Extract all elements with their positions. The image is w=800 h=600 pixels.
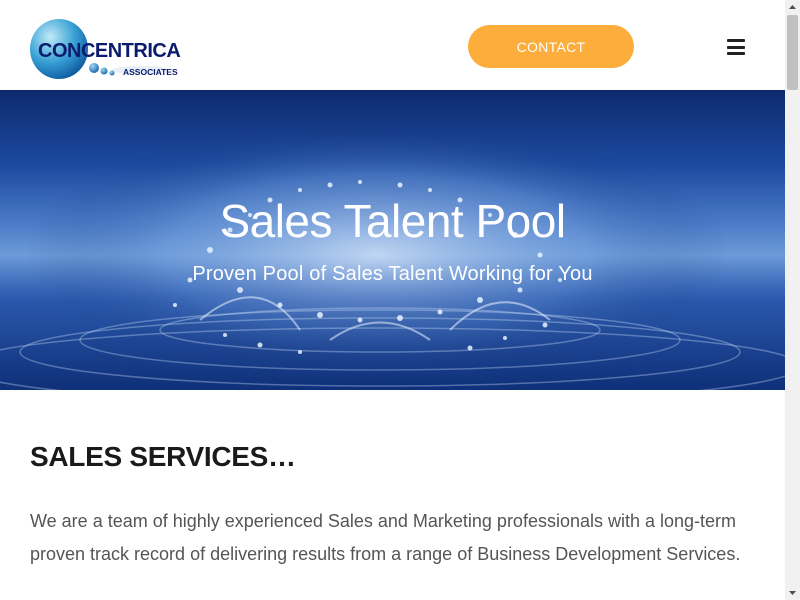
page-content: CONCENTRICA ASSOCIATES CONTACT Sales Tal… <box>0 0 785 600</box>
site-header: CONCENTRICA ASSOCIATES CONTACT <box>0 0 785 90</box>
section-body-text: We are a team of highly experienced Sale… <box>30 511 741 564</box>
hero-banner: Sales Talent Pool Proven Pool of Sales T… <box>0 90 785 390</box>
menu-bar <box>727 39 745 42</box>
section-heading: SALES SERVICES… <box>30 441 296 472</box>
hero-title: Sales Talent Pool <box>219 195 566 247</box>
scroll-up-arrow-icon[interactable] <box>785 0 800 15</box>
page: CONCENTRICA ASSOCIATES CONTACT Sales Tal… <box>0 0 800 600</box>
concentrica-logo[interactable]: CONCENTRICA ASSOCIATES <box>30 18 186 80</box>
scrollbar-thumb[interactable] <box>787 15 798 90</box>
scroll-down-arrow-icon[interactable] <box>785 585 800 600</box>
contact-button[interactable]: CONTACT <box>468 25 634 68</box>
vertical-scrollbar[interactable] <box>785 0 800 600</box>
hero-subtitle: Proven Pool of Sales Talent Working for … <box>192 263 593 285</box>
logo-name: CONCENTRICA <box>38 40 181 62</box>
logo-sub: ASSOCIATES <box>123 67 178 77</box>
hamburger-menu-icon[interactable] <box>727 39 745 55</box>
menu-bar <box>727 52 745 55</box>
menu-bar <box>727 45 745 49</box>
